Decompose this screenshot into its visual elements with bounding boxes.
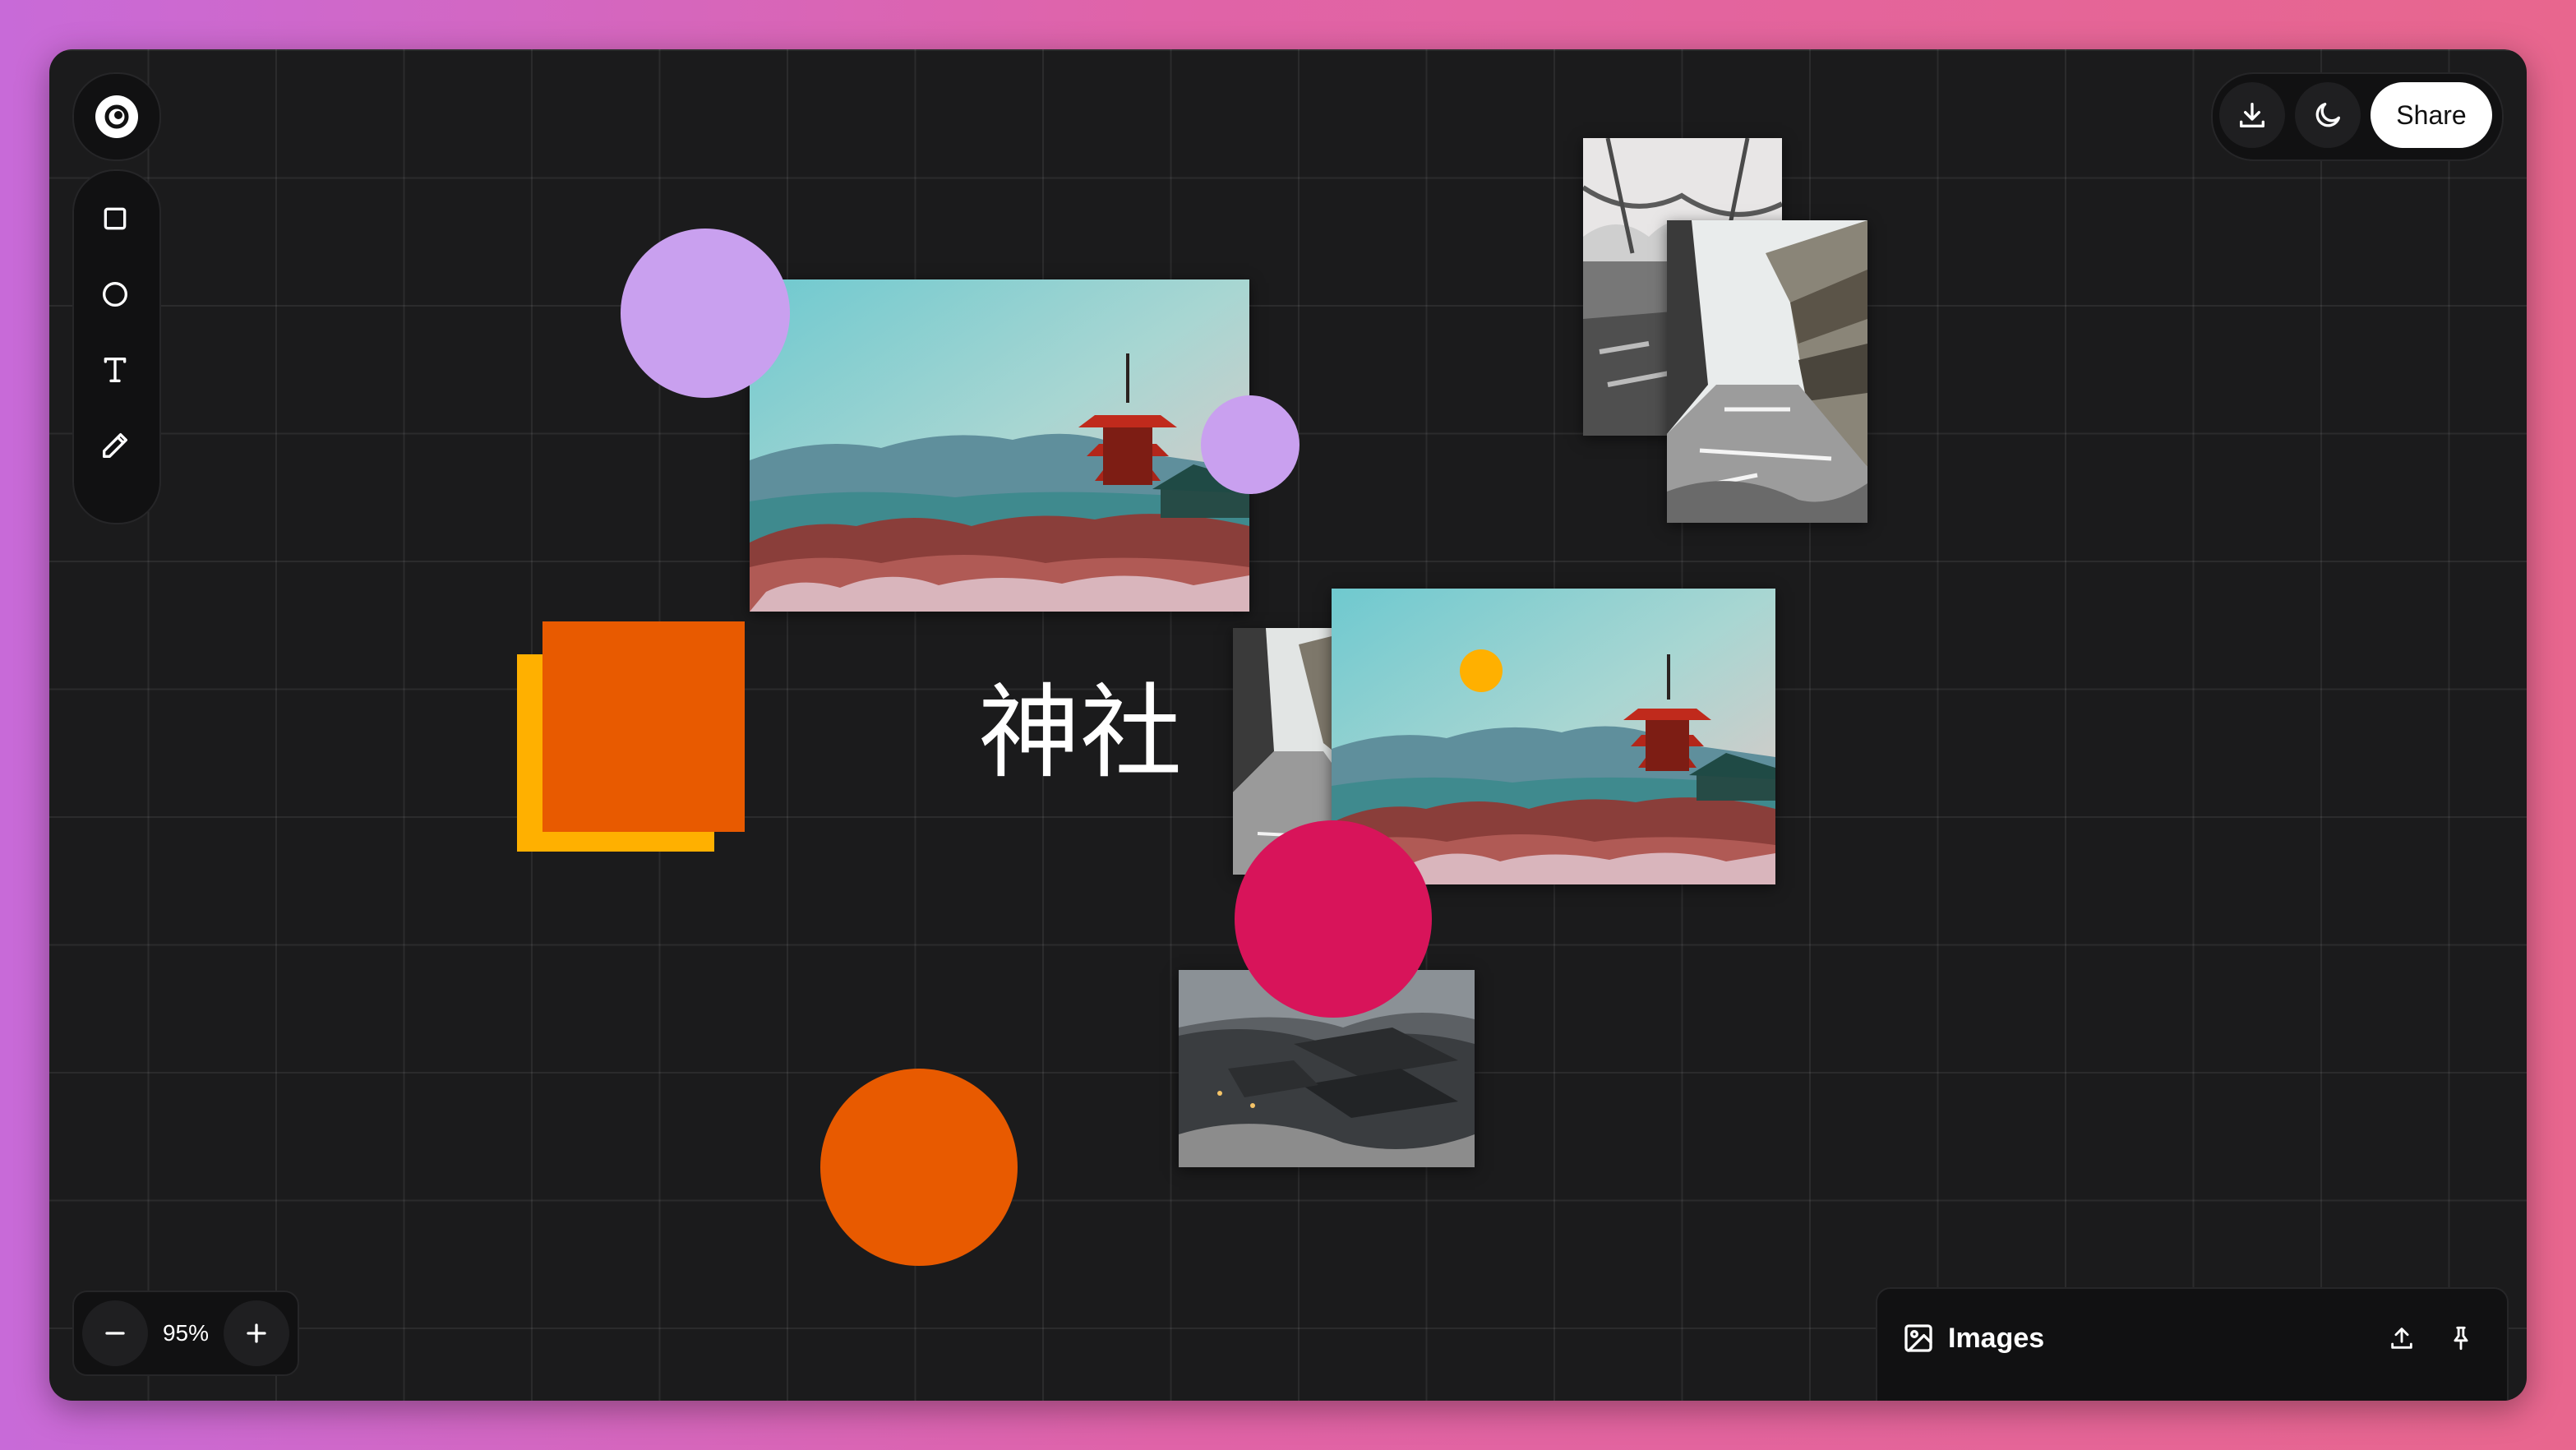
- theme-toggle-button[interactable]: [2295, 82, 2361, 148]
- text-tool-button[interactable]: [82, 337, 148, 403]
- share-button[interactable]: Share: [2371, 82, 2492, 148]
- top-actions-bar: Share: [2211, 72, 2504, 161]
- crimson-circle[interactable]: [1235, 820, 1432, 1018]
- left-toolbar: [72, 169, 161, 524]
- zoom-out-button[interactable]: [82, 1300, 148, 1366]
- lavender-circle-large[interactable]: [621, 229, 790, 398]
- lavender-circle-small[interactable]: [1201, 395, 1300, 494]
- upload-icon: [2391, 1328, 2412, 1349]
- draw-tool-button[interactable]: [82, 413, 148, 478]
- image-icon: [1904, 1324, 1932, 1352]
- upload-button[interactable]: [2369, 1305, 2435, 1371]
- logo-container: [72, 72, 161, 161]
- zoom-level: 95%: [162, 1320, 210, 1346]
- download-button[interactable]: [2219, 82, 2285, 148]
- zoom-in-button[interactable]: [224, 1300, 289, 1366]
- images-panel-title: Images: [1948, 1323, 2045, 1354]
- pin-icon: [2454, 1326, 2468, 1351]
- pagoda-photo-2[interactable]: [1332, 589, 1775, 884]
- images-panel[interactable]: Images: [1876, 1287, 2509, 1401]
- text-icon: [104, 358, 127, 382]
- ellipse-tool-button[interactable]: [82, 261, 148, 327]
- pencil-icon: [103, 433, 127, 458]
- canvas-text-label[interactable]: 神社: [978, 682, 1182, 784]
- download-icon: [2240, 103, 2264, 127]
- rectangle-tool-button[interactable]: [82, 186, 148, 252]
- orange-square[interactable]: [542, 621, 745, 832]
- moon-icon: [2315, 103, 2340, 127]
- whiteboard-app: 神社 Share 95% Images: [49, 49, 2527, 1401]
- square-icon: [104, 207, 127, 230]
- swirl-logo-icon[interactable]: [95, 95, 138, 138]
- circle-icon: [103, 282, 127, 307]
- plus-icon: [247, 1323, 266, 1343]
- amber-dot[interactable]: [1460, 649, 1503, 692]
- orange-circle[interactable]: [820, 1069, 1018, 1266]
- zoom-control: 95%: [72, 1291, 299, 1376]
- pin-button[interactable]: [2428, 1305, 2494, 1371]
- canvas[interactable]: 神社: [49, 49, 2527, 1401]
- street-photo[interactable]: [1667, 220, 1867, 523]
- minus-icon: [105, 1332, 125, 1335]
- pagoda-photo[interactable]: [750, 279, 1249, 612]
